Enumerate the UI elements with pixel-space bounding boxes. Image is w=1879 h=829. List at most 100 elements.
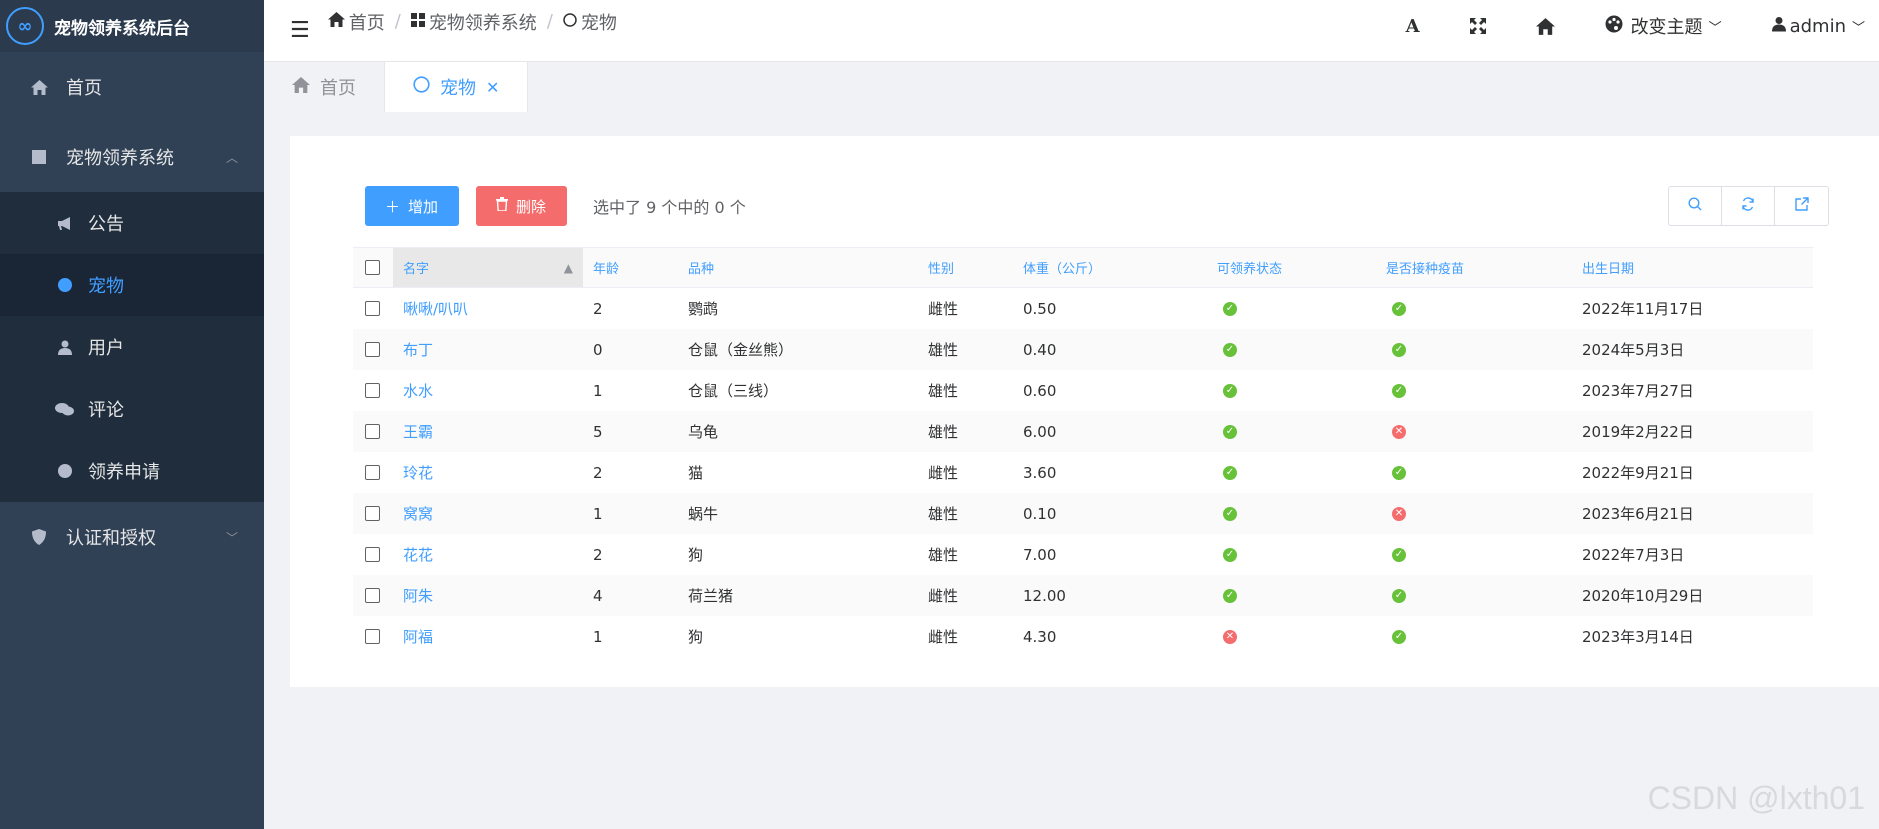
sidebar-item-adoption-request[interactable]: 领养申请	[0, 440, 264, 502]
breed-cell: 猫	[688, 464, 704, 482]
table-row[interactable]: 窝窝 1 蜗牛 雄性 0.10 ✓ ✕ 2023年6月21日	[353, 493, 1813, 534]
table-row[interactable]: 玲花 2 猫 雌性 3.60 ✓ ✓ 2022年9月21日	[353, 452, 1813, 493]
row-checkbox[interactable]	[365, 629, 380, 644]
logo[interactable]: ∞ 宠物领养系统后台	[0, 0, 264, 52]
delete-button[interactable]: 删除	[476, 186, 567, 226]
pet-name-link[interactable]: 水水	[393, 380, 583, 401]
row-checkbox[interactable]	[365, 547, 380, 562]
theme-dropdown[interactable]: 改变主题 ﹀	[1605, 13, 1722, 39]
gender-cell: 雄性	[928, 341, 959, 359]
adoptable-cell: ✓	[1207, 383, 1376, 398]
breadcrumb-home[interactable]: 首页	[349, 9, 385, 35]
table-row[interactable]: 布丁 0 仓鼠（金丝熊） 雄性 0.40 ✓ ✓ 2024年5月3日	[353, 329, 1813, 370]
row-checkbox[interactable]	[365, 342, 380, 357]
row-select-cell	[353, 465, 393, 480]
trash-icon	[496, 197, 508, 215]
pet-name-link[interactable]: 啾啾/叭叭	[393, 298, 583, 319]
column-header-name[interactable]: 名字 ▲	[393, 248, 583, 287]
table-row[interactable]: 阿福 1 狗 雌性 4.30 ✕ ✓ 2023年3月14日	[353, 616, 1813, 657]
column-header-age[interactable]: 年龄	[583, 248, 678, 287]
tab-label: 宠物	[440, 78, 476, 99]
sidebar-item-auth[interactable]: 认证和授权 ﹀	[0, 502, 264, 572]
export-button[interactable]	[1775, 187, 1828, 225]
column-header-adoptable[interactable]: 可领养状态	[1207, 248, 1376, 287]
palette-icon	[1605, 15, 1623, 38]
font-size-icon[interactable]: A	[1406, 16, 1420, 37]
row-checkbox[interactable]	[365, 506, 380, 521]
user-icon	[54, 340, 76, 355]
vaccinated-cell: ✕	[1376, 506, 1572, 521]
column-header-gender[interactable]: 性别	[918, 248, 1013, 287]
weight-cell: 3.60	[1023, 463, 1057, 482]
breed-cell: 荷兰猪	[688, 587, 734, 605]
sidebar-item-announcement[interactable]: 公告	[0, 192, 264, 254]
pet-name-link[interactable]: 阿福	[393, 626, 583, 647]
table-row[interactable]: 啾啾/叭叭 2 鹦鹉 雌性 0.50 ✓ ✓ 2022年11月17日	[353, 288, 1813, 329]
breed-cell: 蜗牛	[688, 505, 719, 523]
fullscreen-icon[interactable]	[1469, 18, 1486, 34]
home-icon	[327, 11, 345, 32]
close-icon[interactable]: ✕	[486, 78, 499, 97]
pet-name-link[interactable]: 布丁	[393, 339, 583, 360]
check-circle-icon: ✓	[1392, 588, 1406, 603]
weight-cell: 7.00	[1023, 545, 1057, 564]
birth-date-cell: 2022年11月17日	[1582, 300, 1704, 318]
grid-icon	[410, 11, 425, 32]
adoptable-cell: ✓	[1207, 342, 1376, 357]
chevron-down-icon: ﹀	[1851, 20, 1865, 36]
table-row[interactable]: 花花 2 狗 雄性 7.00 ✓ ✓ 2022年7月3日	[353, 534, 1813, 575]
column-header-weight[interactable]: 体重（公斤）	[1013, 248, 1207, 287]
column-header-birth-date[interactable]: 出生日期	[1572, 248, 1813, 287]
column-header-breed[interactable]: 品种	[678, 248, 918, 287]
refresh-button[interactable]	[1722, 187, 1775, 225]
watermark: CSDN @lxth01	[1647, 780, 1865, 816]
column-header-vaccinated[interactable]: 是否接种疫苗	[1376, 248, 1572, 287]
user-menu[interactable]: admin ﹀	[1771, 16, 1865, 37]
tab-pet[interactable]: 宠物 ✕	[385, 62, 529, 112]
tab-home[interactable]: 首页	[264, 62, 385, 112]
age-cell: 2	[593, 545, 603, 564]
sidebar-item-pet[interactable]: 宠物	[0, 254, 264, 316]
adoptable-cell: ✓	[1207, 506, 1376, 521]
home-icon[interactable]	[1535, 17, 1555, 35]
row-checkbox[interactable]	[365, 424, 380, 439]
weight-cell: 6.00	[1023, 422, 1057, 441]
table-row[interactable]: 水水 1 仓鼠（三线） 雄性 0.60 ✓ ✓ 2023年7月27日	[353, 370, 1813, 411]
sidebar-item-comment[interactable]: 评论	[0, 378, 264, 440]
pet-name-link[interactable]: 王霸	[393, 421, 583, 442]
birth-date-cell: 2019年2月22日	[1582, 423, 1694, 441]
search-icon	[1688, 197, 1702, 215]
table-row[interactable]: 阿朱 4 荷兰猪 雌性 12.00 ✓ ✓ 2020年10月29日	[353, 575, 1813, 616]
row-checkbox[interactable]	[365, 383, 380, 398]
breadcrumb: 首页 / 宠物领养系统 / 宠物	[327, 9, 617, 35]
table-row[interactable]: 王霸 5 乌龟 雄性 6.00 ✓ ✕ 2019年2月22日	[353, 411, 1813, 452]
check-circle-icon: ✓	[1223, 424, 1237, 439]
adoptable-cell: ✓	[1207, 301, 1376, 316]
adoptable-cell: ✓	[1207, 424, 1376, 439]
weight-cell: 4.30	[1023, 627, 1057, 646]
weight-cell: 0.50	[1023, 299, 1057, 318]
hamburger-icon[interactable]: ☰	[290, 18, 310, 43]
logo-icon: ∞	[6, 7, 44, 45]
vaccinated-cell: ✓	[1376, 629, 1572, 644]
pet-name-link[interactable]: 玲花	[393, 462, 583, 483]
vaccinated-cell: ✓	[1376, 301, 1572, 316]
pet-name-link[interactable]: 阿朱	[393, 585, 583, 606]
add-button[interactable]: ＋ 增加	[365, 186, 459, 226]
search-button[interactable]	[1669, 187, 1722, 225]
row-checkbox[interactable]	[365, 301, 380, 316]
home-icon	[292, 76, 310, 98]
sidebar-item-pet-system[interactable]: 宠物领养系统 ︿	[0, 122, 264, 192]
sidebar-item-label: 首页	[66, 78, 102, 99]
row-checkbox[interactable]	[365, 588, 380, 603]
pet-name-link[interactable]: 花花	[393, 544, 583, 565]
gender-cell: 雄性	[928, 546, 959, 564]
row-checkbox[interactable]	[365, 465, 380, 480]
select-all-checkbox[interactable]	[365, 260, 380, 275]
breed-cell: 狗	[688, 546, 704, 564]
sidebar-item-user[interactable]: 用户	[0, 316, 264, 378]
sidebar-item-home[interactable]: 首页	[0, 52, 264, 122]
pet-name-link[interactable]: 窝窝	[393, 503, 583, 524]
breadcrumb-pet-system[interactable]: 宠物领养系统	[429, 9, 537, 35]
breed-cell: 乌龟	[688, 423, 719, 441]
